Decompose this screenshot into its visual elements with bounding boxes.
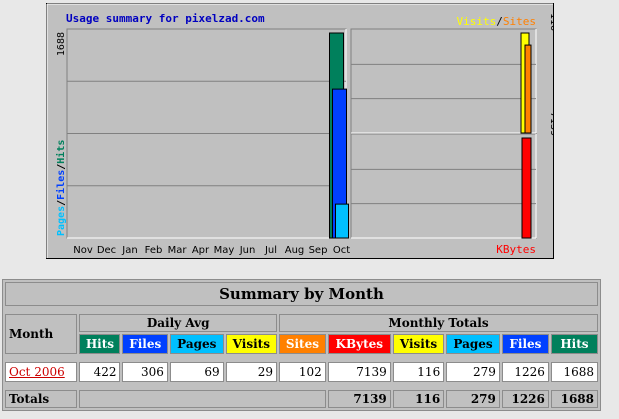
legend-visits: Visits	[457, 15, 497, 28]
monthly-col-header-kbytes: KBytes	[327, 334, 391, 354]
totals-visits: 116	[392, 390, 445, 408]
x-tick-mar: Mar	[168, 245, 188, 256]
totals-hits: 1688	[550, 390, 598, 408]
daily-value: 69	[169, 362, 224, 382]
month-cell: Oct 2006	[5, 362, 78, 382]
x-tick-jan: Jan	[121, 245, 137, 256]
monthly-col-header-files: Files	[501, 334, 549, 354]
column-header-row: Hits Files Pages Visits Sites KBytes Visits Pag…	[5, 334, 598, 354]
bar-sites-oct	[524, 44, 532, 134]
x-tick-sep: Sep	[309, 245, 328, 256]
monthly-col-header-sites: Sites	[279, 334, 326, 354]
legend-sites: Sites	[503, 15, 536, 28]
x-tick-dec: Dec	[97, 245, 116, 256]
x-tick-oct: Oct	[333, 245, 350, 256]
x-tick-apr: Apr	[192, 245, 210, 256]
monthly-value: 1688	[550, 362, 598, 382]
totals-label: Totals	[5, 390, 78, 408]
left-legend: Pages/Files/Hits	[55, 140, 67, 236]
daily-col-header-files: Files	[122, 334, 168, 354]
daily-avg-header: Daily Avg	[79, 314, 278, 332]
daily-value: 422	[79, 362, 121, 382]
bar-kbytes-oct	[521, 137, 532, 239]
x-tick-may: May	[214, 245, 235, 256]
chart-title: Usage summary for pixelzad.com	[66, 12, 265, 25]
monthly-totals-header: Monthly Totals	[279, 314, 598, 332]
bar-pages-oct	[335, 203, 349, 239]
legend-hits: Hits	[55, 140, 67, 164]
data-rows: Oct 2006 422 306 69 29 102 7139 116 279 1226 1688	[5, 362, 598, 382]
table-row: Oct 2006 422 306 69 29 102 7139 116 279 1226 1688	[5, 362, 598, 382]
x-tick-aug: Aug	[285, 245, 305, 256]
totals-blank	[79, 390, 326, 408]
summary-table: Summary by Month Month Daily Avg Monthly…	[2, 279, 601, 411]
month-link[interactable]: Oct 2006	[9, 365, 65, 379]
top-right-panel	[350, 28, 537, 134]
monthly-col-header-hits: Hits	[550, 334, 598, 354]
table-title: Summary by Month	[5, 282, 598, 306]
monthly-value: 102	[279, 362, 326, 382]
x-tick-jun: Jun	[239, 245, 256, 256]
kbytes-legend: KBytes	[496, 243, 536, 256]
monthly-col-header-pages: Pages	[446, 334, 500, 354]
x-tick-nov: Nov	[73, 245, 93, 256]
monthly-value: 116	[392, 362, 445, 382]
top-right-legend: Visits/Sites	[457, 15, 537, 28]
top-right-max-label: 116	[548, 13, 554, 31]
bottom-right-max-label: 7139	[548, 112, 554, 136]
usage-chart: Usage summary for pixelzad.com Visits/Sit…	[46, 3, 554, 259]
usage-chart-svg: Usage summary for pixelzad.com Visits/Sit…	[46, 3, 554, 259]
daily-col-header-hits: Hits	[79, 334, 121, 354]
legend-files: Files	[55, 170, 67, 200]
daily-col-header-pages: Pages	[169, 334, 224, 354]
bottom-right-panel	[350, 133, 537, 239]
daily-value: 29	[225, 362, 278, 382]
monthly-value: 7139	[327, 362, 391, 382]
monthly-value: 279	[446, 362, 500, 382]
month-header: Month	[5, 314, 78, 354]
x-tick-feb: Feb	[145, 245, 163, 256]
totals-row: Totals 7139 116 279 1226 1688	[5, 390, 598, 408]
monthly-col-header-visits: Visits	[392, 334, 445, 354]
x-tick-jul: Jul	[264, 245, 277, 256]
legend-pages: Pages	[56, 206, 67, 236]
legend-slash: /	[496, 15, 503, 28]
left-max-label: 1688	[56, 32, 67, 56]
totals-kbytes: 7139	[327, 390, 391, 408]
totals-files: 1226	[501, 390, 549, 408]
monthly-value: 1226	[501, 362, 549, 382]
daily-value: 306	[122, 362, 168, 382]
daily-col-header-visits: Visits	[225, 334, 278, 354]
totals-pages: 279	[446, 390, 500, 408]
